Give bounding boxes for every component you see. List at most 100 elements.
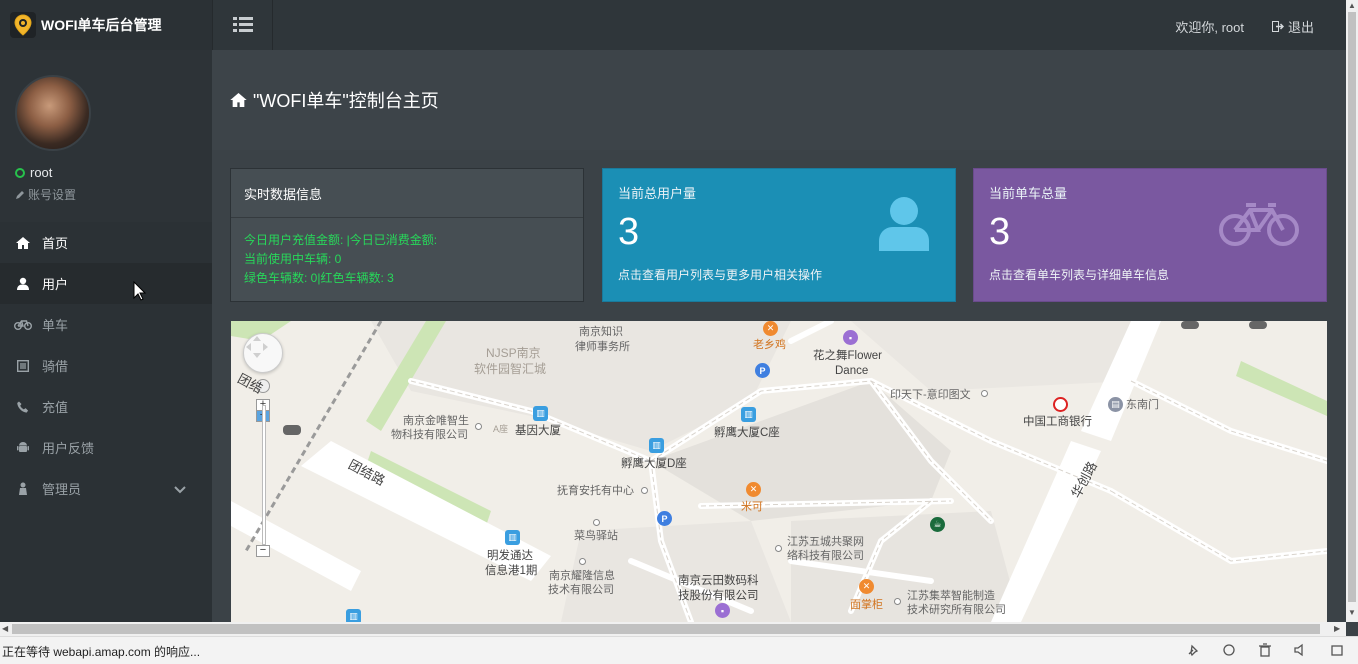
map-view[interactable]: + − − ✕ ▪ P ▥ ▥ ▥ ✕ P ☕ ▥ ✕ ▪ ▥ ▤ <box>231 321 1327 622</box>
sidebar-item-rides[interactable]: 骑借 <box>0 345 212 386</box>
building-icon[interactable]: ▥ <box>533 406 548 421</box>
scroll-up-icon[interactable]: ▲ <box>1348 1 1356 10</box>
bicycle-icon <box>1218 201 1300 252</box>
location-pin-icon <box>10 12 36 38</box>
building-icon[interactable]: ▥ <box>741 407 756 422</box>
sidebar-item-recharge[interactable]: 充值 <box>0 386 212 427</box>
logout-link[interactable]: 退出 <box>1271 17 1314 36</box>
map-label: 南京知识 <box>579 326 623 338</box>
avatar[interactable] <box>15 75 91 151</box>
sidebar-item-bikes[interactable]: 单车 <box>0 304 212 345</box>
shop-icon[interactable]: ▪ <box>843 330 858 345</box>
poi-dot[interactable] <box>894 598 901 605</box>
list-alt-icon <box>14 359 32 373</box>
logout-label: 退出 <box>1287 20 1314 35</box>
building-icon[interactable]: ▥ <box>649 438 664 453</box>
sidebar-toggle-button[interactable] <box>213 0 273 50</box>
brand-title: WOFI单车后台管理 <box>41 17 162 33</box>
map-pan-control[interactable] <box>243 333 283 373</box>
restaurant-icon[interactable]: ✕ <box>763 321 778 336</box>
traffic-light-icon[interactable] <box>1249 321 1267 329</box>
scroll-right-icon[interactable]: ▶ <box>1334 624 1340 633</box>
traffic-light-icon[interactable] <box>283 425 301 435</box>
sidebar-nav: 首页 用户 单车 骑借 充值 用户反馈 管理员 <box>0 222 212 509</box>
bikes-in-use: 当前使用中车辆: 0 <box>244 252 342 266</box>
gate-icon[interactable]: ▤ <box>1108 397 1123 412</box>
scrollbar-thumb[interactable] <box>1348 12 1356 602</box>
bike-count-card[interactable]: 当前单车总量 3 点击查看单车列表与详细单车信息 <box>973 168 1327 302</box>
poi-dot[interactable] <box>641 487 648 494</box>
bike-color-counts: 绿色车辆数: 0|红色车辆数: 3 <box>244 271 394 285</box>
top-navbar: 欢迎你, root 退出 <box>212 0 1346 50</box>
map-label: 南京金唯智生 <box>403 415 469 427</box>
sidebar-item-feedback[interactable]: 用户反馈 <box>0 427 212 468</box>
card-title: 当前单车总量 <box>989 186 1068 201</box>
map-label: 基因大厦 <box>515 425 561 437</box>
refresh-icon[interactable] <box>1222 643 1236 657</box>
zoom-track[interactable] <box>262 405 266 545</box>
phone-icon <box>14 400 32 414</box>
page-header: "WOFI单车"控制台主页 <box>212 50 1346 150</box>
map-label: 抚育安托有中心 <box>557 485 634 497</box>
scroll-down-icon[interactable]: ▼ <box>1348 608 1356 617</box>
building-icon[interactable]: ▥ <box>505 530 520 545</box>
horizontal-scrollbar[interactable]: ◀ ▶ <box>0 622 1346 636</box>
map-zoom-control: + − − <box>256 379 272 559</box>
speaker-icon[interactable] <box>1294 643 1308 657</box>
bank-icon[interactable] <box>1053 397 1068 412</box>
trash-icon[interactable] <box>1258 643 1272 657</box>
map-label: 中国工商银行 <box>1023 416 1092 428</box>
building-icon[interactable]: ▥ <box>346 609 361 622</box>
main-content: 实时数据信息 今日用户充值金额: |今日已消费金额: 当前使用中车辆: 0 绿色… <box>212 150 1346 622</box>
sidebar-item-label: 单车 <box>42 318 69 333</box>
sign-out-icon <box>1271 21 1284 32</box>
scrollbar-thumb[interactable] <box>12 624 1320 634</box>
sidebar-item-label: 用户 <box>42 277 69 292</box>
restaurant-icon[interactable]: ✕ <box>859 579 874 594</box>
user-count-card[interactable]: 当前总用户量 3 点击查看用户列表与更多用户相关操作 <box>602 168 956 302</box>
poi-dot[interactable] <box>775 545 782 552</box>
map-label: 菜鸟驿站 <box>574 530 618 542</box>
parking-icon[interactable]: P <box>657 511 672 526</box>
map-label: 孵鹰大厦C座 <box>714 427 780 439</box>
map-label: 南京云田数码科 <box>678 575 759 587</box>
poi-dot[interactable] <box>593 519 600 526</box>
list-icon <box>232 17 253 32</box>
vertical-scrollbar[interactable]: ▲ ▼ <box>1346 0 1358 622</box>
sidebar-item-home[interactable]: 首页 <box>0 222 212 263</box>
chevron-down-icon[interactable] <box>174 482 186 497</box>
sidebar-item-admins[interactable]: 管理员 <box>0 468 212 509</box>
map-label: 南京耀隆信息 <box>549 570 615 582</box>
bicycle-icon <box>14 318 32 332</box>
map-label: 络科技有限公司 <box>787 550 864 562</box>
zoom-out-button[interactable]: − <box>256 545 270 557</box>
mouse-cursor-icon <box>133 281 147 301</box>
android-icon <box>14 441 32 455</box>
map-label: 印天下-意印图文 <box>890 389 971 401</box>
brand[interactable]: WOFI单车后台管理 <box>0 0 212 50</box>
browser-status-bar: 正在等待 webapi.amap.com 的响应... <box>0 636 1358 664</box>
poi-dot[interactable] <box>475 423 482 430</box>
poi-dot[interactable] <box>579 558 586 565</box>
sidebar-item-label: 充值 <box>42 400 69 415</box>
map-label: 老乡鸡 <box>753 339 786 351</box>
account-settings-link[interactable]: 账号设置 <box>15 186 212 203</box>
parking-icon[interactable]: P <box>755 363 770 378</box>
map-label: 物科技有限公司 <box>391 429 468 441</box>
panel-body: 今日用户充值金额: |今日已消费金额: 当前使用中车辆: 0 绿色车辆数: 0|… <box>231 218 583 288</box>
restaurant-icon[interactable]: ✕ <box>746 482 761 497</box>
traffic-light-icon[interactable] <box>1181 321 1199 329</box>
scroll-left-icon[interactable]: ◀ <box>2 624 8 633</box>
map-label: 米可 <box>741 501 763 513</box>
map-label: 东南门 <box>1126 399 1159 411</box>
window-icon[interactable] <box>1330 643 1344 657</box>
account-settings-label: 账号设置 <box>28 188 77 202</box>
sidebar-item-users[interactable]: 用户 <box>0 263 212 304</box>
poi-dot[interactable] <box>981 390 988 397</box>
map-label: 信息港1期 <box>485 565 538 577</box>
shop-icon[interactable]: ▪ <box>715 603 730 618</box>
page-title: "WOFI单车"控制台主页 <box>253 91 439 111</box>
pin-icon[interactable] <box>1186 643 1200 657</box>
map-label: 技股份有限公司 <box>678 590 759 602</box>
coffee-icon[interactable]: ☕ <box>930 517 945 532</box>
